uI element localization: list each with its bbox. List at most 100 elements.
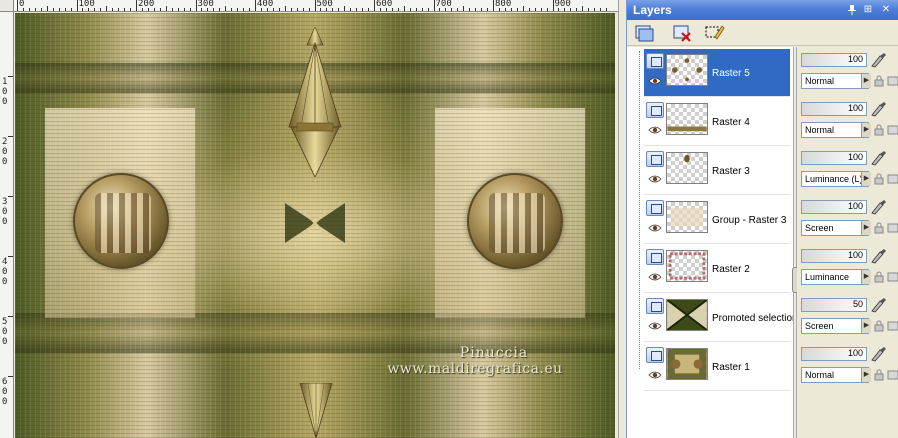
layers-list-area: Raster 5 Raster 4 Raster 3 Group - Raster 3… — [627, 47, 898, 438]
blend-mode-select[interactable]: Screen — [801, 318, 869, 334]
ruler-top-label: 300 — [197, 0, 214, 9]
layer-type-icon[interactable] — [646, 102, 664, 118]
lock-icon[interactable] — [873, 173, 885, 185]
layer-mask-icon[interactable] — [887, 320, 898, 332]
ruler-top-minor-tick — [570, 8, 572, 11]
lock-icon[interactable] — [873, 320, 885, 332]
blend-mode-select[interactable]: Normal — [801, 367, 869, 383]
ruler-top-minor-tick — [332, 8, 334, 11]
brush-icon[interactable] — [869, 297, 887, 313]
layer-type-icon[interactable] — [646, 347, 664, 363]
ruler-top-minor-tick — [171, 8, 173, 11]
ruler-top-label: 700 — [435, 0, 452, 9]
ruler-top-minor-tick — [385, 8, 387, 11]
layer-type-icon[interactable] — [646, 249, 664, 265]
layer-mask-icon[interactable] — [887, 75, 898, 87]
blend-mode-select[interactable]: Normal — [801, 122, 869, 138]
blend-mode-select[interactable]: Screen — [801, 220, 869, 236]
chevron-right-icon[interactable]: ▶ — [861, 123, 871, 137]
blend-mode-select[interactable]: Luminance (L) — [801, 171, 869, 187]
eye-icon[interactable] — [648, 370, 662, 380]
eye-icon[interactable] — [648, 76, 662, 86]
layer-row[interactable]: Raster 4 — [644, 98, 790, 146]
ruler-left-label: 5 — [2, 317, 8, 327]
layer-type-icon[interactable] — [646, 53, 664, 69]
brush-icon[interactable] — [869, 199, 887, 215]
layer-row[interactable]: Raster 1 — [644, 343, 790, 391]
chevron-right-icon[interactable]: ▶ — [861, 172, 871, 186]
ruler-top-minor-tick — [528, 8, 530, 11]
layer-row[interactable]: Promoted selection — [644, 294, 798, 342]
pin-icon[interactable] — [845, 3, 859, 16]
brush-icon[interactable] — [869, 346, 887, 362]
layer-mask-icon[interactable] — [887, 222, 898, 234]
ruler-top-minor-tick — [165, 6, 167, 11]
ruler-top-minor-tick — [58, 8, 60, 11]
eye-icon[interactable] — [648, 125, 662, 135]
layer-name: Raster 3 — [712, 166, 750, 177]
opacity-slider[interactable]: 100 — [801, 347, 867, 361]
canvas-palette-splitter[interactable] — [618, 0, 626, 438]
ruler-top-minor-tick — [243, 8, 245, 11]
restore-icon[interactable]: ⊞ — [861, 3, 875, 16]
layer-row[interactable]: Raster 5 — [644, 49, 790, 97]
lock-icon[interactable] — [873, 124, 885, 136]
layer-type-icon[interactable] — [646, 298, 664, 314]
chevron-right-icon[interactable]: ▶ — [861, 270, 871, 284]
layer-row[interactable]: Raster 3 — [644, 147, 790, 195]
eye-icon[interactable] — [648, 223, 662, 233]
opacity-slider[interactable]: 50 — [801, 298, 867, 312]
ruler-top-minor-tick — [576, 8, 578, 11]
layer-mask-icon[interactable] — [887, 271, 898, 283]
ruler-top-tick — [136, 0, 137, 11]
ruler-top-minor-tick — [46, 6, 48, 11]
blend-mode-select[interactable]: Normal — [801, 73, 869, 89]
lock-icon[interactable] — [873, 75, 885, 87]
layer-mask-icon[interactable] — [887, 124, 898, 136]
opacity-slider[interactable]: 100 — [801, 151, 867, 165]
chevron-right-icon[interactable]: ▶ — [861, 319, 871, 333]
eye-icon[interactable] — [648, 272, 662, 282]
layer-type-icon[interactable] — [646, 200, 664, 216]
edit-selection-icon[interactable] — [703, 23, 725, 43]
close-icon[interactable]: ✕ — [879, 3, 893, 16]
layer-row[interactable]: Group - Raster 3 — [644, 196, 790, 244]
chevron-right-icon[interactable]: ▶ — [861, 74, 871, 88]
layer-row[interactable]: Raster 2 — [644, 245, 790, 293]
chevron-right-icon[interactable]: ▶ — [861, 368, 871, 382]
opacity-slider[interactable]: 100 — [801, 200, 867, 214]
ruler-top-minor-tick — [290, 8, 292, 11]
palette-titlebar[interactable]: Layers ⊞ ✕ — [627, 0, 898, 20]
image-canvas[interactable]: Pinuccia www.maldiregrafica.eu — [15, 13, 615, 438]
layer-mask-icon[interactable] — [887, 369, 898, 381]
ruler-top-tick — [493, 0, 494, 11]
brush-icon[interactable] — [869, 150, 887, 166]
ruler-top-minor-tick — [594, 8, 596, 11]
brush-icon[interactable] — [869, 101, 887, 117]
lock-icon[interactable] — [873, 369, 885, 381]
layer-type-icon[interactable] — [646, 151, 664, 167]
chevron-right-icon[interactable]: ▶ — [861, 221, 871, 235]
opacity-slider[interactable]: 100 — [801, 249, 867, 263]
ruler-top-minor-tick — [504, 8, 506, 11]
layer-mask-icon[interactable] — [887, 173, 898, 185]
delete-layer-icon[interactable] — [671, 23, 693, 43]
opacity-slider[interactable]: 100 — [801, 53, 867, 67]
layer-thumbnail — [666, 299, 708, 331]
layer-name: Raster 5 — [712, 68, 750, 79]
ruler-top-minor-tick — [124, 8, 126, 11]
ruler-left-label: 0 — [2, 327, 8, 337]
ruler-top-minor-tick — [445, 8, 447, 11]
blend-mode-select[interactable]: Luminance — [801, 269, 869, 285]
brush-icon[interactable] — [869, 248, 887, 264]
eye-icon[interactable] — [648, 174, 662, 184]
ruler-top-minor-tick — [296, 8, 298, 11]
lock-icon[interactable] — [873, 271, 885, 283]
ruler-top-minor-tick — [338, 8, 340, 11]
new-layer-icon[interactable] — [633, 23, 655, 43]
opacity-slider[interactable]: 100 — [801, 102, 867, 116]
lock-icon[interactable] — [873, 222, 885, 234]
layer-name: Promoted selection — [712, 313, 798, 324]
brush-icon[interactable] — [869, 52, 887, 68]
eye-icon[interactable] — [648, 321, 662, 331]
